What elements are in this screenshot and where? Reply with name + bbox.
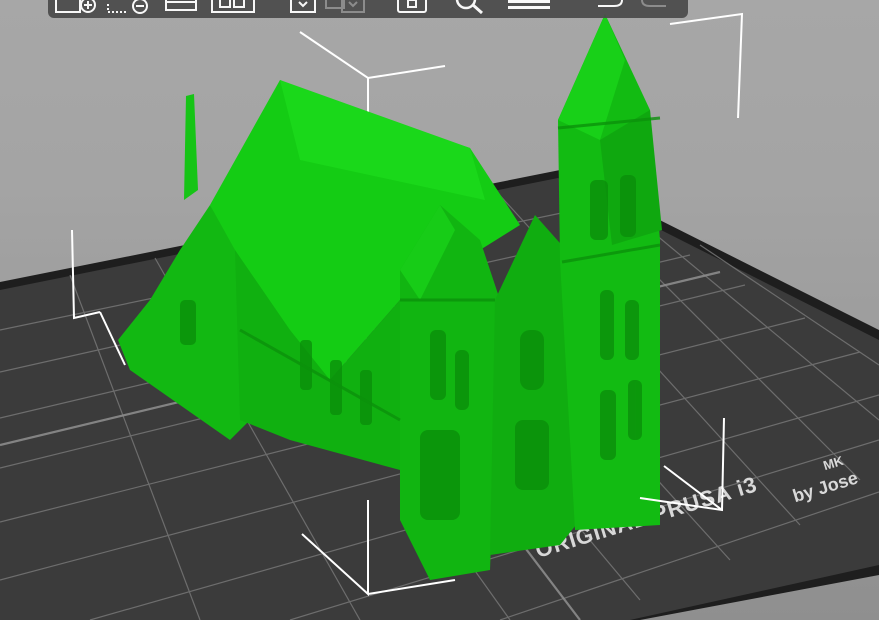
arrange-button[interactable]	[210, 0, 256, 16]
copy-button[interactable]	[288, 0, 318, 16]
redo-icon	[641, 0, 666, 7]
layers-editing-button[interactable]	[506, 0, 552, 16]
3d-viewport[interactable]: ORIGINAL PRUSA i3 MK by Jose	[0, 0, 879, 620]
copy-icon	[290, 0, 316, 13]
add-instance-button[interactable]	[394, 0, 430, 16]
add-button[interactable]	[54, 0, 98, 16]
delete-all-button[interactable]	[162, 0, 200, 16]
paste-icon	[325, 0, 365, 13]
undo-button[interactable]	[596, 0, 628, 16]
add-instance-icon	[397, 0, 427, 13]
layers-icon	[508, 0, 550, 9]
top-toolbar	[48, 0, 688, 18]
paste-button[interactable]	[324, 0, 368, 16]
delete-icon	[107, 0, 148, 14]
redo-button[interactable]	[636, 0, 668, 16]
delete-button[interactable]	[104, 0, 152, 16]
undo-icon	[598, 0, 623, 7]
search-button[interactable]	[450, 0, 494, 16]
delete-all-icon	[165, 0, 197, 11]
search-icon	[455, 0, 483, 15]
arrange-icon	[211, 0, 255, 13]
add-icon	[55, 0, 96, 13]
